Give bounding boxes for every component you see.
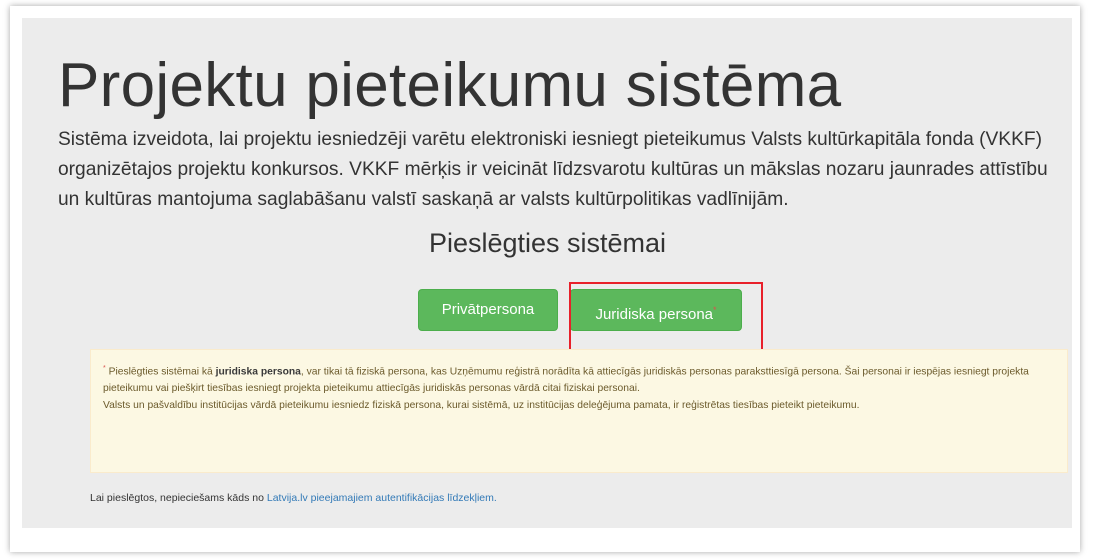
login-heading: Pieslēgties sistēmai	[428, 228, 667, 258]
footer-text: Lai pieslēgtos, nepieciešams kāds no Lat…	[90, 492, 497, 504]
notice-p1-before: Pieslēgties sistēmai kā	[105, 366, 216, 378]
notice-paragraph-1: * Pieslēgties sistēmai kā juridiska pers…	[103, 360, 1055, 397]
intro-text: Sistēma izveidota, lai projektu iesniedz…	[58, 129, 1048, 210]
notice-paragraph-2: Valsts un pašvaldību institūcijas vārdā …	[103, 400, 860, 412]
auth-methods-link[interactable]: Latvija.lv pieejamajiem autentifikācijas…	[267, 492, 497, 504]
page-title: Projektu pieteikumu sistēma	[58, 51, 842, 120]
footer-label: Lai pieslēgtos, nepieciešams kāds no	[90, 492, 267, 504]
legal-person-button[interactable]: Juridiska persona*	[570, 289, 742, 331]
private-person-label: Privātpersona	[441, 301, 535, 318]
private-person-button[interactable]: Privātpersona	[418, 289, 558, 331]
notice-p1-bold: juridiska persona	[215, 366, 301, 378]
legal-person-label: Juridiska persona	[595, 306, 714, 323]
asterisk-marker: *	[713, 305, 717, 315]
legal-person-notice: * Pieslēgties sistēmai kā juridiska pers…	[90, 349, 1068, 473]
